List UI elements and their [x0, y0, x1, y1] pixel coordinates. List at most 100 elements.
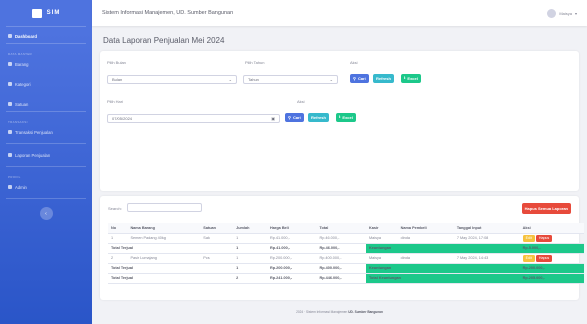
cart-icon	[8, 130, 12, 134]
cell-total: Rp.400.000,-	[316, 253, 366, 264]
brand-name: SIM	[46, 10, 61, 16]
keuntungan-value: Rp.200.000,-	[519, 263, 584, 274]
download-icon: ⭳	[339, 114, 341, 119]
sidebar-item-barang[interactable]: Barang	[0, 57, 92, 71]
cell-kasir: Maisya	[366, 253, 398, 264]
sidebar-toggle-button[interactable]: ‹	[39, 207, 53, 220]
grand-total-row: Total Terjual 2 Rp.241.000,- Rp.446.000,…	[108, 273, 584, 284]
keuntungan-label: Keuntungan	[366, 243, 520, 254]
subtotal-row: Total Terjual 1 Rp.41.000,- Rp.46.000,- …	[108, 243, 584, 254]
grand-total: Rp.446.000,-	[316, 273, 366, 284]
col-header: Kasir	[366, 223, 398, 234]
col-header: No	[108, 223, 128, 234]
sidebar-item-admin[interactable]: Admin	[0, 180, 92, 194]
subtotal-row: Total Terjual 1 Rp.200.000,- Rp.400.000,…	[108, 263, 584, 274]
dashboard-icon	[8, 34, 12, 38]
sidebar-item-laporan[interactable]: Laporan Penjualan	[0, 148, 92, 162]
cell-nama: Semen Padang 40kg	[127, 233, 201, 244]
subtotal-total: Rp.400.000,-	[316, 263, 366, 274]
cell-harga: Rp.200.000,-	[267, 253, 317, 264]
sidebar-item-label: Transaksi Penjualan	[15, 129, 53, 135]
total-keuntungan-value: Rp.205.000,-	[519, 273, 584, 284]
logo-icon	[31, 8, 42, 18]
col-header: Total	[316, 223, 366, 234]
ruler-icon	[8, 102, 12, 106]
footer: 2024 · Sistem Informasi Manajemen UD. Su…	[92, 310, 587, 314]
hari-date-input[interactable]: 07/05/2024 ▣	[107, 114, 280, 123]
hapus-semua-button[interactable]: Hapus Semua Laporan	[521, 203, 571, 214]
subtotal-total: Rp.46.000,-	[316, 243, 366, 254]
chevron-down-icon: ⌄	[228, 77, 232, 82]
excel-button[interactable]: ⭳ Excel	[401, 74, 421, 83]
total-keuntungan-label: Total Keuntungan	[366, 273, 520, 284]
search-icon: ⚲	[288, 115, 291, 120]
hapus-button[interactable]: Hapus	[535, 254, 553, 262]
cari-button-2[interactable]: ⚲ Cari	[285, 113, 304, 122]
topbar: Sistem Informasi Manajemen, UD. Sumber B…	[92, 0, 587, 26]
sidebar-divider	[6, 43, 86, 44]
subtotal-label: Total Terjual	[108, 263, 234, 274]
sidebar-item-kategori[interactable]: Kategori	[0, 77, 92, 91]
keuntungan-label: Keuntungan	[366, 263, 520, 274]
user-name: Maisya	[559, 10, 572, 16]
grand-harga: Rp.241.000,-	[267, 273, 317, 284]
cari-label: Cari	[292, 115, 301, 120]
col-header: Harga Beli	[267, 223, 317, 234]
subtotal-harga: Rp.41.000,-	[267, 243, 317, 254]
col-header: Nama Barang	[127, 223, 201, 234]
edit-button[interactable]: Edit	[522, 254, 535, 262]
cell-kasir: Maisya	[366, 233, 398, 244]
box-icon	[8, 62, 12, 66]
aksi2-label: Aksi	[297, 99, 305, 104]
footer-text: 2024 · Sistem Informasi Manajemen	[296, 310, 348, 314]
cell-total: Rp.46.000,-	[316, 233, 366, 244]
cell-aksi: Edit Hapus	[519, 233, 584, 244]
filter-card: Pilih Bulan Bulan ⌄ Pilih Tahun Tahun ⌄ …	[100, 51, 579, 191]
main-content: Data Laporan Penjualan Mei 2024 Pilih Bu…	[92, 26, 587, 305]
tahun-label: Pilih Tahun	[245, 60, 265, 65]
sidebar-divider	[6, 111, 86, 112]
tahun-select[interactable]: Tahun ⌄	[243, 75, 338, 84]
refresh-label: Refresh	[311, 115, 326, 120]
subtotal-jumlah: 1	[233, 263, 267, 274]
sidebar-item-satuan[interactable]: Satuan	[0, 97, 92, 111]
sidebar-heading-transaksi: TRANSAKSI	[8, 119, 28, 124]
aksi-label: Aksi	[350, 60, 358, 65]
refresh-button[interactable]: Refresh	[373, 74, 394, 83]
excel-button-2[interactable]: ⭳ Excel	[336, 113, 356, 122]
user-icon	[8, 185, 12, 189]
sidebar-item-transaksi[interactable]: Transaksi Penjualan	[0, 125, 92, 139]
sidebar-divider	[6, 166, 86, 167]
bulan-select[interactable]: Bulan ⌄	[107, 75, 237, 84]
refresh-button-2[interactable]: Refresh	[308, 113, 329, 122]
edit-button[interactable]: Edit	[522, 234, 535, 242]
report-table: No Nama Barang Satuan Jumlah Harga Beli …	[108, 223, 584, 284]
sidebar-item-dashboard[interactable]: Dashboard	[0, 29, 92, 43]
tag-icon	[8, 82, 12, 86]
report-icon	[8, 153, 12, 157]
bulan-value: Bulan	[112, 77, 123, 82]
keuntungan-value: Rp.5.000,-	[519, 243, 584, 254]
chevron-left-icon: ‹	[45, 210, 47, 217]
cari-button[interactable]: ⚲ Cari	[350, 74, 369, 83]
refresh-label: Refresh	[376, 76, 391, 81]
col-header: Satuan	[200, 223, 234, 234]
user-menu[interactable]: Maisya ▾	[547, 8, 577, 18]
subtotal-label: Total Terjual	[108, 243, 234, 254]
col-header: Tanggal Input	[453, 223, 520, 234]
table-row: 2 Pasir Lumajang Pcs 1 Rp.200.000,- Rp.4…	[108, 253, 584, 264]
hapus-semua-label: Hapus Semua Laporan	[524, 206, 568, 211]
col-header: Nama Pembeli	[397, 223, 454, 234]
cell-jumlah: 1	[233, 253, 267, 264]
hapus-button[interactable]: Hapus	[535, 234, 553, 242]
report-table-card: Search: Hapus Semua Laporan No Nama Bara…	[100, 196, 584, 300]
calendar-icon: ▣	[271, 116, 275, 121]
search-input[interactable]	[127, 203, 202, 212]
bulan-label: Pilih Bulan	[107, 60, 126, 65]
sidebar-item-label: Barang	[15, 61, 29, 67]
cell-aksi: Edit Hapus	[519, 253, 584, 264]
cell-no: 2	[108, 253, 128, 264]
sidebar-item-label: Satuan	[15, 101, 29, 107]
hari-label: Pilih Hari	[107, 99, 124, 104]
brand[interactable]: SIM	[0, 0, 92, 26]
